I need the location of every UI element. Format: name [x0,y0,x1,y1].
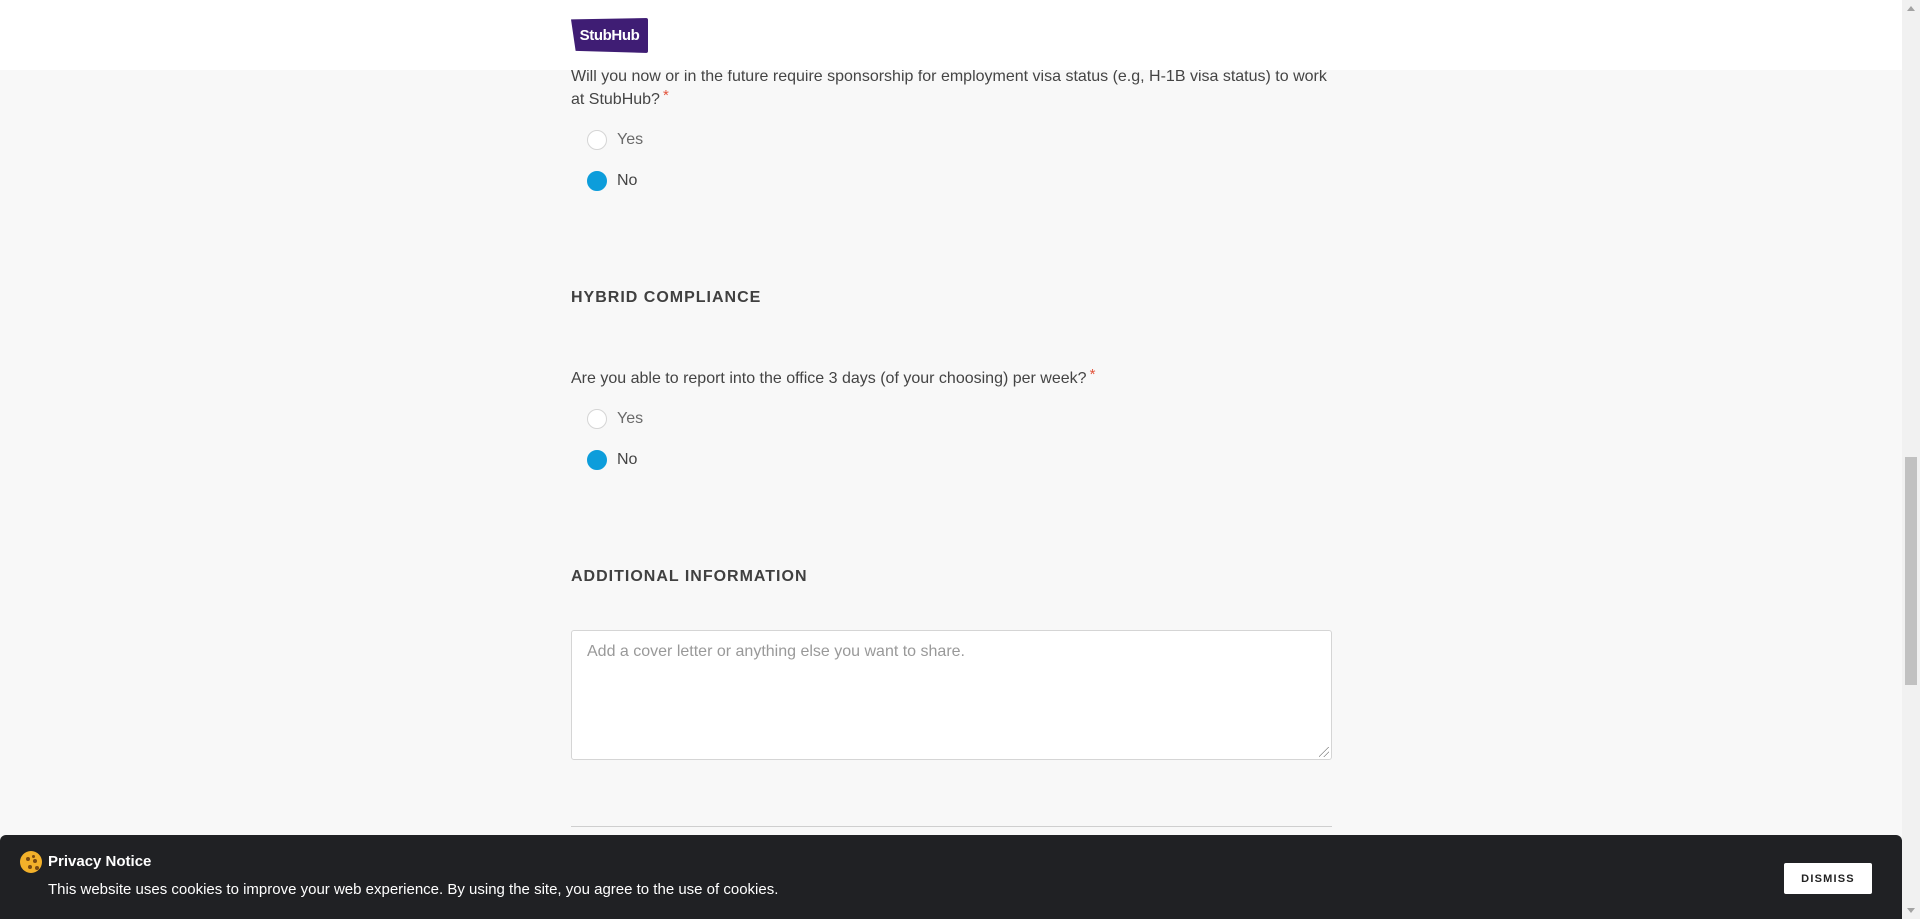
cookie-icon [20,851,42,873]
required-asterisk: * [662,87,669,104]
scrollbar-thumb[interactable] [1905,457,1917,685]
vertical-scrollbar[interactable] [1902,0,1920,919]
office-option-yes[interactable]: Yes [587,408,643,430]
office-yes-radio[interactable] [587,409,607,429]
office-attendance-question: Are you able to report into the office 3… [571,366,1332,390]
visa-question-text: Will you now or in the future require sp… [571,68,1327,108]
top-header-bar: StubHub [0,0,1902,70]
required-asterisk: * [1089,366,1096,383]
office-option-no[interactable]: No [587,449,637,471]
cover-letter-textarea[interactable]: Add a cover letter or anything else you … [571,630,1332,760]
office-no-label: No [617,451,638,468]
office-yes-label: Yes [617,410,644,427]
scroll-up-arrow-icon[interactable] [1902,0,1920,17]
visa-yes-radio[interactable] [587,130,607,150]
visa-no-label: No [617,172,638,189]
dismiss-button[interactable]: DISMISS [1784,863,1872,894]
scroll-down-arrow-icon[interactable] [1902,902,1920,919]
resize-handle-icon[interactable] [1319,747,1329,757]
additional-information-heading: ADDITIONAL INFORMATION [571,568,808,585]
privacy-notice-title: Privacy Notice [48,853,152,870]
stubhub-logo[interactable]: StubHub [571,18,648,53]
visa-no-radio-checked[interactable] [587,171,607,191]
office-no-radio-checked[interactable] [587,450,607,470]
privacy-notice-text: This website uses cookies to improve you… [48,881,779,898]
office-question-text: Are you able to report into the office 3… [571,370,1087,387]
visa-option-no[interactable]: No [587,170,637,192]
visa-yes-label: Yes [617,131,644,148]
privacy-notice-banner: Privacy Notice This website uses cookies… [0,835,1902,919]
hybrid-compliance-heading: HYBRID COMPLIANCE [571,289,762,306]
visa-option-yes[interactable]: Yes [587,129,643,151]
section-divider [571,826,1332,827]
textarea-placeholder: Add a cover letter or anything else you … [587,643,965,660]
visa-sponsorship-question: Will you now or in the future require sp… [571,65,1332,111]
